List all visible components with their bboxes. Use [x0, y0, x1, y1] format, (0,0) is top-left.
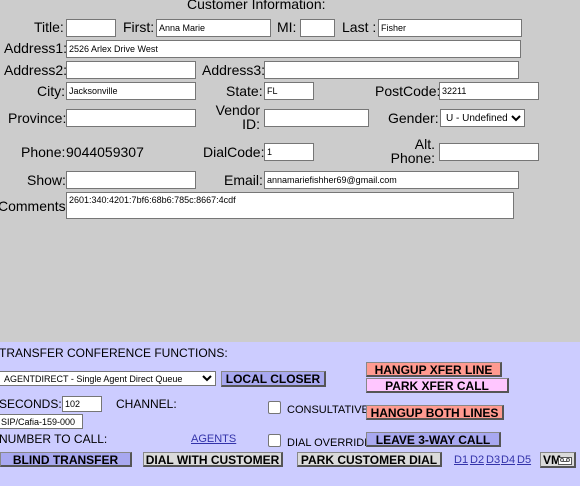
- postcode-field[interactable]: [439, 82, 539, 100]
- title-field[interactable]: [66, 19, 116, 37]
- dial-override-label: DIAL OVERRIDE: [287, 437, 372, 449]
- seconds-label: SECONDS:: [0, 397, 62, 411]
- last-name-label: Last :: [342, 19, 377, 35]
- number-to-call-label: NUMBER TO CALL:: [0, 432, 108, 446]
- address1-label: Address1:: [4, 40, 68, 56]
- comments-label: Comments:: [0, 198, 70, 214]
- consultative-label: CONSULTATIVE: [287, 404, 369, 416]
- dial-with-customer-button[interactable]: DIAL WITH CUSTOMER: [143, 452, 283, 467]
- consultative-checkbox[interactable]: [268, 401, 281, 414]
- vendor-id-field[interactable]: [264, 109, 369, 127]
- email-label: Email:: [224, 172, 263, 188]
- show-label: Show:: [27, 172, 66, 188]
- first-name-field[interactable]: [156, 19, 271, 37]
- dialcode-label: DialCode:: [203, 144, 265, 160]
- state-field[interactable]: [264, 82, 314, 100]
- last-name-field[interactable]: [378, 19, 522, 37]
- d4-link[interactable]: D4: [501, 454, 515, 466]
- dialcode-field[interactable]: [264, 143, 314, 161]
- blind-transfer-button[interactable]: BLIND TRANSFER: [0, 452, 132, 467]
- gender-label: Gender:: [388, 110, 439, 126]
- transfer-heading: TRANSFER CONFERENCE FUNCTIONS:: [0, 346, 228, 360]
- sip-channel-field[interactable]: [0, 414, 83, 429]
- phone-value: 9044059307: [66, 144, 144, 160]
- voicemail-icon: [558, 457, 572, 465]
- voicemail-button[interactable]: VM: [540, 452, 576, 468]
- hangup-xfer-line-button[interactable]: HANGUP XFER LINE: [366, 362, 502, 377]
- city-field[interactable]: [66, 82, 196, 100]
- hangup-both-lines-button[interactable]: HANGUP BOTH LINES: [366, 405, 504, 420]
- park-xfer-call-button[interactable]: PARK XFER CALL: [366, 378, 509, 393]
- alt-phone-label: Alt. Phone:: [390, 136, 435, 166]
- email-field[interactable]: [264, 171, 519, 189]
- comments-field[interactable]: 2601:340:4201:7bf6:68b6:785c:8667:4cdf: [66, 192, 514, 219]
- vendor-id-label: Vendor ID:: [215, 102, 260, 132]
- address3-field[interactable]: [264, 61, 519, 79]
- middle-initial-label: MI:: [277, 19, 297, 35]
- address1-field[interactable]: [66, 40, 521, 58]
- province-label: Province:: [8, 110, 67, 126]
- leave-3way-call-button[interactable]: LEAVE 3-WAY CALL: [366, 432, 501, 447]
- transfer-conference-panel: TRANSFER CONFERENCE FUNCTIONS: AGENTDIRE…: [0, 342, 580, 486]
- show-field[interactable]: [66, 171, 196, 189]
- seconds-field[interactable]: [62, 396, 102, 412]
- address3-label: Address3:: [202, 62, 266, 78]
- city-label: City:: [37, 83, 65, 99]
- channel-label: CHANNEL:: [116, 397, 177, 411]
- address2-field[interactable]: [66, 61, 196, 79]
- middle-initial-field[interactable]: [300, 19, 335, 37]
- postcode-label: PostCode:: [375, 83, 441, 99]
- title-label: Title:: [34, 19, 64, 35]
- address2-label: Address2:: [4, 62, 68, 78]
- d1-link[interactable]: D1: [454, 454, 468, 466]
- d3-link[interactable]: D3: [486, 454, 500, 466]
- d5-link[interactable]: D5: [517, 454, 531, 466]
- page-title: Customer Information:: [187, 0, 326, 12]
- agent-direct-select[interactable]: AGENTDIRECT - Single Agent Direct Queue: [0, 371, 216, 386]
- agents-link[interactable]: AGENTS: [191, 433, 236, 445]
- gender-select[interactable]: U - Undefined: [440, 109, 525, 127]
- d2-link[interactable]: D2: [470, 454, 484, 466]
- park-customer-dial-button[interactable]: PARK CUSTOMER DIAL: [297, 452, 442, 467]
- dial-override-checkbox[interactable]: [268, 434, 281, 447]
- alt-phone-field[interactable]: [439, 143, 539, 161]
- state-label: State:: [226, 83, 263, 99]
- province-field[interactable]: [66, 109, 196, 127]
- local-closer-button[interactable]: LOCAL CLOSER: [221, 371, 326, 387]
- phone-label: Phone:: [21, 144, 66, 160]
- first-name-label: First:: [123, 19, 155, 35]
